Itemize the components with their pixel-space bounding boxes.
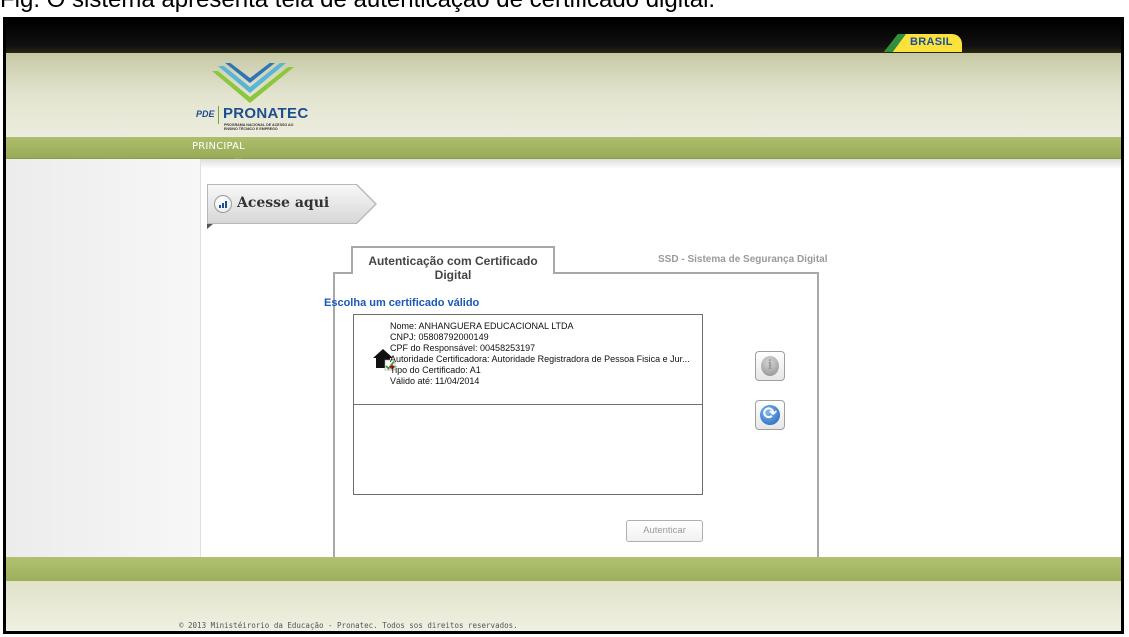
- copyright-text: © 2013 Ministéirorio da Educação - Prona…: [179, 621, 518, 630]
- ribbon-fold: [207, 224, 213, 229]
- certificate-name: Nome: ANHANGUERA EDUCACIONAL LTDA: [390, 321, 574, 331]
- logo-name: PRONATEC: [223, 105, 309, 122]
- logo-subtitle: PROGRAMA NACIONAL DE ACESSO AO ENSINO TÉ…: [224, 123, 294, 131]
- certificate-item[interactable]: Nome: ANHANGUERA EDUCACIONAL LTDA CNPJ: …: [354, 315, 702, 405]
- refresh-certificates-button[interactable]: [755, 400, 785, 430]
- choose-certificate-label: Escolha um certificado válido: [324, 297, 480, 309]
- acesse-aqui-button[interactable]: Acesse aqui: [207, 184, 377, 229]
- brasil-label: BRASIL: [910, 36, 953, 48]
- tab-certificado-digital[interactable]: Autenticação com Certificado Digital: [351, 246, 555, 282]
- nav-item-principal[interactable]: PRINCIPAL: [192, 141, 245, 152]
- tab-certificado-digital-label: Autenticação com Certificado Digital: [368, 254, 538, 282]
- certificate-info-button[interactable]: [755, 351, 785, 381]
- certificate-type: Tipo do Certificado: A1: [390, 365, 481, 375]
- certificate-valid-until: Válido até: 11/04/2014: [390, 376, 480, 386]
- logo-pde: PDE: [196, 109, 215, 119]
- tab-ssd[interactable]: SSD - Sistema de Segurança Digital: [658, 254, 828, 265]
- pronatec-logo[interactable]: PDE PRONATEC PROGRAMA NACIONAL DE ACESSO…: [196, 59, 326, 139]
- acesse-aqui-label: Acesse aqui: [237, 195, 330, 211]
- logo-chevrons-icon: [212, 63, 294, 103]
- certificate-details: Nome: ANHANGUERA EDUCACIONAL LTDA CNPJ: …: [390, 321, 690, 387]
- main-content: Acesse aqui Autenticação com Certificado…: [6, 159, 1121, 565]
- left-column: [6, 159, 201, 557]
- bar-chart-icon: [214, 195, 232, 213]
- authenticate-button[interactable]: Autenticar: [626, 520, 703, 542]
- logo-separator: [218, 106, 219, 124]
- info-icon: [761, 356, 779, 376]
- footer-green-bar: [6, 557, 1121, 581]
- figure-caption: Fig. O sistema apresenta tela de autenti…: [0, 0, 715, 14]
- refresh-icon: [760, 404, 780, 425]
- main-nav: PRINCIPAL: [6, 137, 1121, 162]
- government-top-bar: BRASIL: [6, 20, 1121, 53]
- browser-frame: BRASIL PDE PRONATEC PROGRAMA NACIONAL DE…: [3, 17, 1124, 634]
- certificate-list[interactable]: Nome: ANHANGUERA EDUCACIONAL LTDA CNPJ: …: [353, 314, 703, 495]
- brasil-badge[interactable]: BRASIL: [884, 34, 962, 52]
- site-footer: © 2013 Ministéirorio da Educação - Prona…: [6, 581, 1121, 631]
- certificate-cnpj: CNPJ: 05808792000149: [390, 332, 489, 342]
- certificate-authority: Autoridade Certificadora: Autoridade Reg…: [390, 354, 690, 364]
- certificate-cpf: CPF do Responsável: 00458253197: [390, 343, 536, 353]
- site-header: PDE PRONATEC PROGRAMA NACIONAL DE ACESSO…: [6, 53, 1121, 137]
